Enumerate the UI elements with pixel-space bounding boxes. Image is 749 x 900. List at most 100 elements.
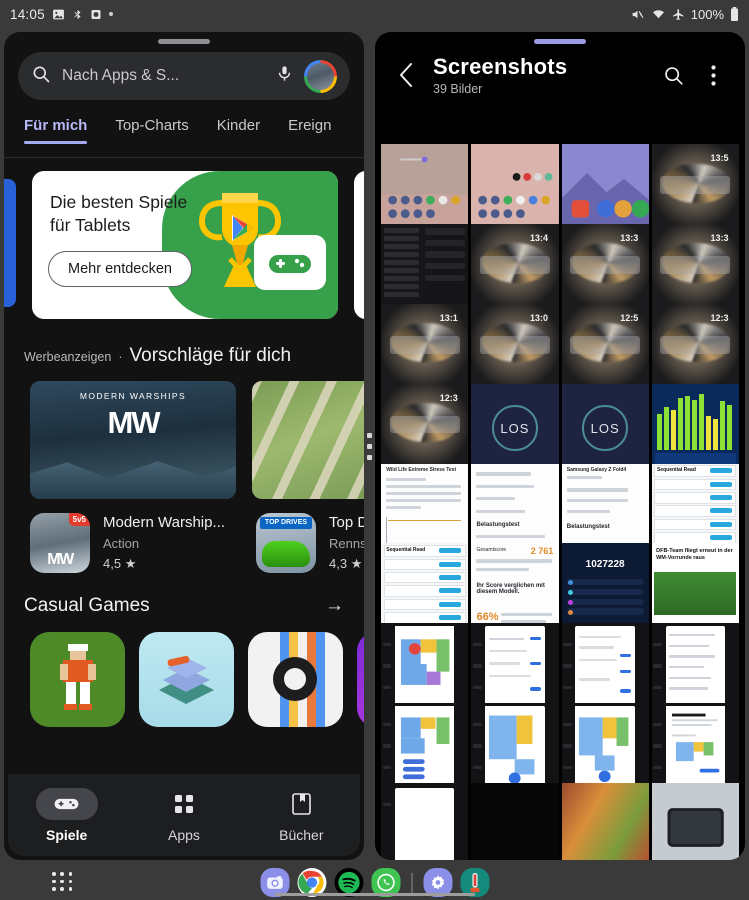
search-bar[interactable]: Nach Apps & S...	[18, 52, 350, 100]
gallery-thumbnail[interactable]	[381, 144, 469, 233]
ad-banner-art	[252, 381, 364, 499]
split-screen-divider[interactable]	[365, 32, 374, 860]
gallery-thumbnail[interactable]	[651, 783, 739, 860]
gallery-thumbnail[interactable]: Sequential Read	[381, 543, 469, 633]
gallery-thumbnail[interactable]	[651, 623, 739, 713]
tab-label: Ereign	[288, 117, 332, 134]
thumbnail-time: 13:1	[439, 312, 458, 323]
gallery-thumbnail[interactable]: Gesamtscore 2 761 Ihr Score verglichen m…	[471, 543, 559, 633]
bluetooth-audio-icon	[72, 8, 83, 21]
app-badge-label: TOP DRIVES	[264, 519, 308, 526]
gallery-thumbnail[interactable]: Samsung Galaxy Z Fold4 Belastungstest	[561, 463, 649, 553]
gallery-thumbnail[interactable]	[471, 783, 559, 860]
grid-icon	[153, 788, 215, 820]
tab-divider	[4, 157, 364, 158]
promo-card-next[interactable]	[354, 171, 364, 319]
gamepad-icon	[254, 235, 326, 290]
gallery-thumbnail[interactable]: 13:0	[471, 303, 559, 393]
ads-eyebrow: Werbeanzeigen	[24, 350, 112, 364]
gallery-thumbnail[interactable]	[471, 623, 559, 713]
benchmark-label: LOS	[492, 405, 538, 451]
nav-item-label: Apps	[168, 826, 200, 843]
list-item[interactable]: TOP DRIVES Top Dr Rennsp 4,3 ★	[256, 513, 364, 573]
airplane-mode-icon	[672, 8, 685, 21]
gallery-thumbnail[interactable]	[471, 144, 559, 233]
tab-ereignisse[interactable]: Ereign	[288, 117, 331, 143]
casual-games-row	[4, 632, 364, 727]
gallery-thumbnail[interactable]: 13:4	[471, 223, 559, 313]
gallery-thumbnail[interactable]	[471, 703, 559, 793]
gallery-thumbnail[interactable]: Wild Life Extreme Stress Test	[381, 463, 469, 553]
promo-title: Die besten Spiele für Tablets	[50, 191, 187, 238]
gallery-thumbnail[interactable]: 12:3	[651, 303, 739, 393]
gallery-thumbnail[interactable]	[381, 783, 469, 860]
microphone-icon[interactable]	[276, 64, 293, 88]
game-tile[interactable]	[139, 632, 234, 727]
gallery-thumbnail[interactable]	[381, 623, 469, 713]
window-drag-handle[interactable]	[158, 39, 210, 44]
gallery-thumbnail[interactable]	[381, 703, 469, 793]
gallery-thumbnail[interactable]: LOS	[561, 383, 649, 473]
status-bar-left: 14:05	[10, 7, 113, 22]
gallery-thumbnail[interactable]: 12:3	[381, 383, 469, 473]
promo-card[interactable]: Die besten Spiele für Tablets Mehr entde…	[32, 171, 338, 319]
nav-item-apps[interactable]: Apps	[139, 788, 229, 843]
gallery-thumbnail[interactable]	[381, 223, 469, 313]
gamepad-icon	[35, 787, 98, 820]
all-apps-icon[interactable]	[52, 872, 74, 892]
gallery-thumbnail[interactable]: 13:3	[651, 223, 739, 313]
more-vertical-icon[interactable]	[695, 57, 731, 93]
app-icon: 5v5 MW	[30, 513, 90, 573]
app-rating: 4,3 ★	[329, 556, 363, 571]
gallery-thumbnail[interactable]: Sequential Read	[651, 463, 739, 553]
gallery-thumbnail[interactable]	[651, 383, 739, 473]
gallery-thumbnail[interactable]: 13:3	[561, 223, 649, 313]
gallery-thumbnail[interactable]: LOS	[471, 383, 559, 473]
chevron-left-icon[interactable]	[389, 58, 423, 92]
gallery-header: Screenshots 39 Bilder	[375, 44, 745, 96]
gallery-thumbnail[interactable]: 12:5	[561, 303, 649, 393]
nav-item-spiele[interactable]: Spiele	[22, 787, 112, 843]
gallery-thumbnail[interactable]: 13:1	[381, 303, 469, 393]
split-screen-stage: Nach Apps & S... Für mich Top-Charts Kin…	[0, 28, 749, 864]
game-tile[interactable]	[357, 632, 364, 727]
tab-fuer-mich[interactable]: Für mich	[24, 117, 87, 153]
status-bar: 14:05 100%	[0, 0, 749, 28]
search-icon[interactable]	[655, 57, 691, 93]
gallery-thumbnail[interactable]	[561, 623, 649, 713]
tab-top-charts[interactable]: Top-Charts	[115, 117, 188, 143]
page-title: Screenshots	[433, 54, 568, 79]
gallery-thumbnail[interactable]	[561, 144, 649, 233]
tab-kinder[interactable]: Kinder	[217, 117, 260, 143]
nav-item-label: Bücher	[279, 826, 324, 843]
divider-dot	[367, 432, 372, 438]
avatar[interactable]	[304, 59, 337, 93]
app-sheet	[394, 625, 455, 710]
thumbnail-time: 13:3	[710, 232, 729, 243]
promo-card-previous[interactable]	[4, 179, 16, 307]
mehr-entdecken-button[interactable]: Mehr entdecken	[48, 251, 192, 287]
nav-item-buecher[interactable]: Bücher	[256, 788, 346, 843]
home-gesture-handle[interactable]	[274, 893, 475, 896]
promo-title-line2: für Tablets	[50, 215, 131, 236]
gallery-thumbnail[interactable]: Belastungstest	[471, 463, 559, 553]
ad-banner[interactable]	[252, 381, 364, 499]
ad-banner-row: MODERN WARSHIPS MW	[4, 381, 364, 499]
list-item[interactable]: 5v5 MW Modern Warship... Action 4,5 ★	[30, 513, 242, 573]
game-tile[interactable]	[30, 632, 125, 727]
ad-banner[interactable]: MODERN WARSHIPS MW	[30, 381, 236, 499]
arrow-right-icon[interactable]: →	[325, 595, 344, 617]
ad-banner-art	[30, 461, 236, 499]
thumbnail-notification	[660, 335, 731, 354]
book-bookmark-icon	[270, 788, 332, 820]
gallery-thumbnail[interactable]: 13:5	[651, 144, 739, 233]
gallery-thumbnail[interactable]	[651, 703, 739, 793]
gallery-thumbnail[interactable]: 1027228	[561, 543, 649, 633]
more-dot-icon	[108, 12, 113, 16]
gallery-thumbnail[interactable]	[561, 783, 649, 860]
gallery-thumbnail[interactable]: DFB-Team fliegt erneut in der WM-Vorrund…	[651, 543, 739, 633]
gallery-thumbnail[interactable]	[561, 703, 649, 793]
gallery-titles: Screenshots 39 Bilder	[427, 54, 651, 96]
search-input[interactable]: Nach Apps & S...	[62, 67, 265, 85]
game-tile[interactable]	[248, 632, 343, 727]
